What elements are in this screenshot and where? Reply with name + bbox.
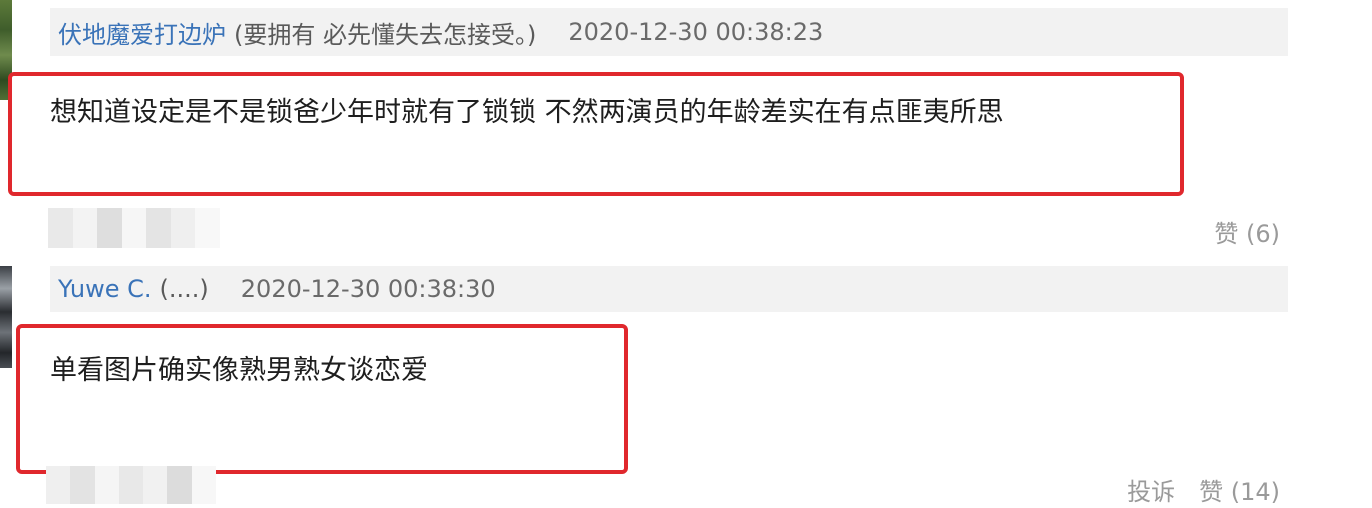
like-button[interactable]: 赞 (6) (1214, 214, 1280, 249)
highlight-box (16, 324, 628, 474)
avatar[interactable] (0, 266, 12, 368)
highlight-box (8, 72, 1184, 196)
comment-header: 伏地魔爱打边炉 (要拥有 必先懂失去怎接受。) 2020-12-30 00:38… (50, 8, 1288, 56)
comment-header: Yuwe C. (....) 2020-12-30 00:38:30 (50, 266, 1288, 312)
user-signature: (要拥有 必先懂失去怎接受。) (234, 20, 537, 49)
username-link[interactable]: Yuwe C. (50, 275, 152, 303)
like-button[interactable]: 赞 (14) (1199, 472, 1280, 507)
username-link[interactable]: 伏地魔爱打边炉 (50, 15, 226, 50)
user-signature: (....) (159, 275, 209, 303)
comment-actions: 赞 (6) (1214, 214, 1280, 249)
blurred-reply (48, 208, 220, 248)
blurred-reply (46, 466, 216, 504)
comment-actions: 投诉 赞 (14) (1127, 472, 1280, 507)
report-button[interactable]: 投诉 (1127, 472, 1175, 507)
comment-thread: 伏地魔爱打边炉 (要拥有 必先懂失去怎接受。) 2020-12-30 00:38… (0, 0, 1372, 508)
comment-timestamp: 2020-12-30 00:38:30 (240, 275, 496, 303)
comment-timestamp: 2020-12-30 00:38:23 (568, 18, 824, 46)
